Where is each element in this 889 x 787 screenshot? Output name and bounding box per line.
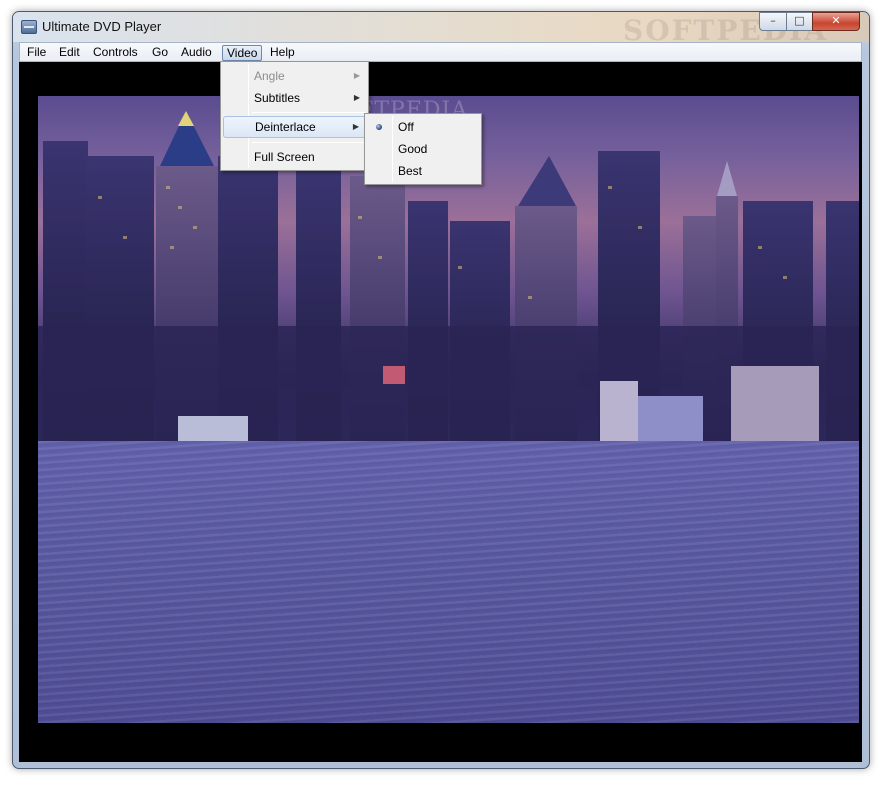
water-surface (38, 441, 859, 723)
menu-help[interactable]: Help (266, 45, 299, 61)
menu-go[interactable]: Go (148, 45, 172, 61)
submenu-arrow-icon: ▶ (353, 71, 360, 80)
menu-item-off[interactable]: Off (367, 116, 479, 138)
menu-item-good[interactable]: Good (367, 138, 479, 160)
radio-selected-icon (376, 124, 382, 130)
menu-separator (252, 142, 366, 143)
deinterlace-submenu: Off Good Best (364, 113, 482, 185)
video-frame[interactable]: SOFTPEDIA (38, 96, 859, 723)
menu-item-subtitles[interactable]: Subtitles ▶ (223, 87, 366, 109)
menu-item-best[interactable]: Best (367, 160, 479, 182)
menu-file[interactable]: File (23, 45, 50, 61)
window-title: Ultimate DVD Player (42, 19, 162, 34)
menu-item-angle[interactable]: Angle ▶ (223, 65, 366, 87)
menu-video[interactable]: Video (222, 45, 263, 61)
close-button[interactable]: ✕ (812, 12, 860, 31)
menu-item-full-screen[interactable]: Full Screen (223, 146, 366, 168)
video-menu: Angle ▶ Subtitles ▶ Deinterlace ▶ Full S… (220, 61, 369, 171)
title-bar[interactable]: Ultimate DVD Player SOFTPEDIA – □ ✕ (13, 12, 869, 47)
menu-edit[interactable]: Edit (55, 45, 84, 61)
maximize-button[interactable]: □ (786, 12, 813, 31)
menu-item-deinterlace[interactable]: Deinterlace ▶ (223, 116, 366, 138)
menu-separator (252, 112, 366, 113)
menu-controls[interactable]: Controls (89, 45, 142, 61)
submenu-arrow-icon: ▶ (353, 93, 360, 102)
menu-audio[interactable]: Audio (177, 45, 216, 61)
menu-bar: File Edit Controls Go Audio Video Help (19, 42, 862, 62)
dvd-player-icon (21, 20, 37, 34)
submenu-arrow-icon: ▶ (352, 122, 359, 131)
minimize-button[interactable]: – (759, 12, 787, 31)
